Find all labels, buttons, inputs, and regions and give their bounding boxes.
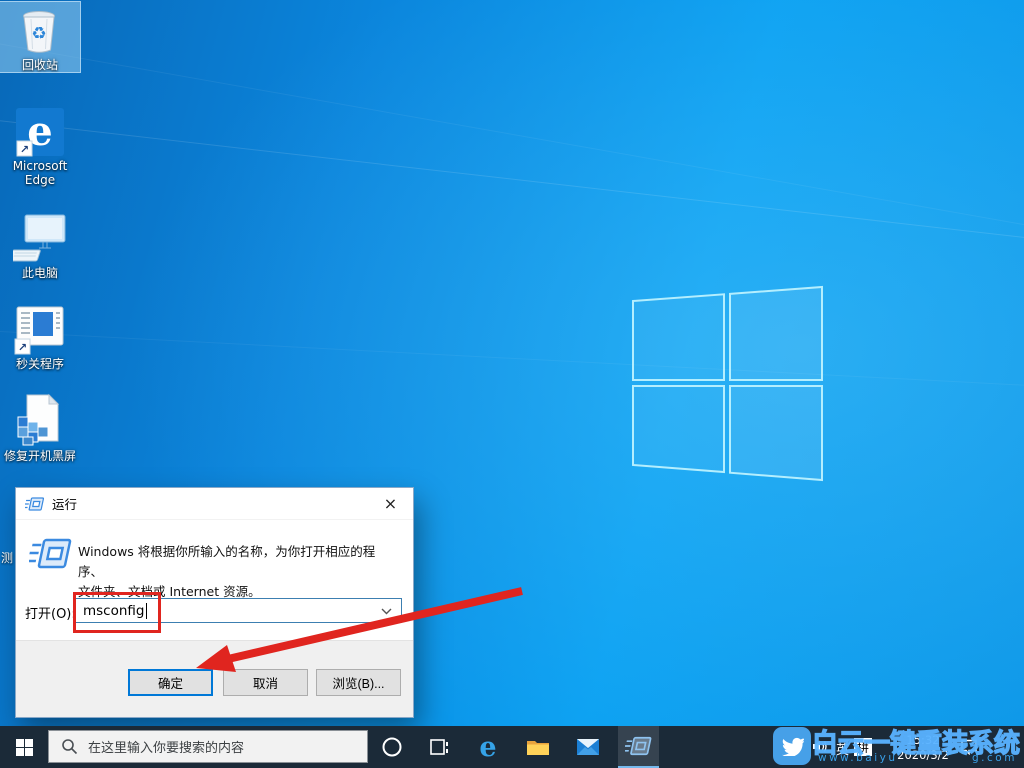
run-dialog: 运行 × Windows 将根据你所输入的名称，为你打开相应的程序、 文件夹、文… — [15, 487, 414, 718]
svg-text:↗: ↗ — [20, 143, 29, 156]
cortana-button[interactable] — [370, 726, 414, 768]
search-icon — [61, 738, 78, 755]
light-ray — [0, 40, 1024, 241]
file-explorer-icon — [526, 737, 550, 757]
task-view-button[interactable] — [418, 726, 462, 768]
light-ray — [0, 118, 1024, 249]
watermark-title: 白云一键重装系统 — [812, 723, 1020, 760]
run-dialog-titlebar[interactable]: 运行 × — [16, 488, 413, 520]
windows-logo-icon — [16, 739, 33, 756]
open-label: 打开(O): — [25, 603, 76, 622]
close-icon[interactable]: × — [368, 488, 413, 519]
taskbar-search-input[interactable]: 在这里输入你要搜索的内容 — [48, 730, 368, 763]
this-pc-icon — [0, 210, 80, 264]
dialog-title: 运行 — [52, 494, 77, 513]
taskbar-mail-button[interactable] — [566, 726, 610, 768]
desktop-icon-label: 秒关程序 — [0, 357, 80, 371]
desktop-icon-recycle-bin[interactable]: ♻ 回收站 — [0, 2, 80, 72]
desktop-icon-label: Microsoft Edge — [0, 159, 80, 188]
desktop-icon-this-pc[interactable]: 此电脑 — [0, 210, 80, 280]
desktop-icon-label: 此电脑 — [0, 266, 80, 280]
edge-icon: e — [479, 732, 496, 763]
browse-button[interactable]: 浏览(B)... — [316, 669, 401, 696]
svg-text:♻: ♻ — [31, 24, 46, 44]
desktop-icon-microsoft-edge[interactable]: e ↗ Microsoft Edge — [0, 103, 80, 188]
taskbar-explorer-button[interactable] — [516, 726, 560, 768]
desktop-icon-fix-black-screen[interactable]: 修复开机黑屏 — [0, 393, 80, 463]
svg-text:↗: ↗ — [18, 341, 27, 354]
desktop-icon-label-partial[interactable]: 测 — [1, 549, 15, 566]
task-view-icon — [430, 738, 450, 756]
run-icon — [25, 496, 45, 512]
mail-icon — [576, 738, 600, 756]
recycle-bin-icon: ♻ — [0, 2, 80, 56]
desktop-icon-label: 回收站 — [0, 58, 80, 72]
run-icon-large — [29, 536, 73, 572]
run-icon — [625, 735, 653, 757]
text-caret — [146, 603, 147, 619]
description-line1: Windows 将根据你所输入的名称，为你打开相应的程序、 — [78, 542, 398, 582]
search-placeholder: 在这里输入你要搜索的内容 — [88, 737, 244, 756]
cortana-icon — [381, 736, 403, 758]
run-command-value: msconfig — [83, 603, 145, 619]
edge-icon: e ↗ — [14, 103, 66, 157]
desktop-icon-label: 修复开机黑屏 — [0, 449, 80, 463]
taskbar-run-button-active[interactable] — [618, 726, 659, 768]
program-window-icon: ↗ — [13, 301, 67, 355]
dialog-description: Windows 将根据你所输入的名称，为你打开相应的程序、 文件夹、文档或 In… — [78, 542, 398, 602]
taskbar-edge-button[interactable]: e — [466, 726, 510, 768]
chevron-down-icon[interactable] — [381, 608, 392, 615]
watermark-twitter-icon — [773, 727, 811, 765]
start-button[interactable] — [0, 726, 48, 768]
cancel-button[interactable]: 取消 — [223, 669, 308, 696]
desktop-icon-quick-close-program[interactable]: ↗ 秒关程序 — [0, 301, 80, 371]
run-command-input[interactable]: msconfig — [75, 598, 402, 623]
registry-file-icon — [0, 393, 80, 447]
windows-wallpaper-logo — [600, 270, 880, 500]
ok-button[interactable]: 确定 — [128, 669, 213, 696]
